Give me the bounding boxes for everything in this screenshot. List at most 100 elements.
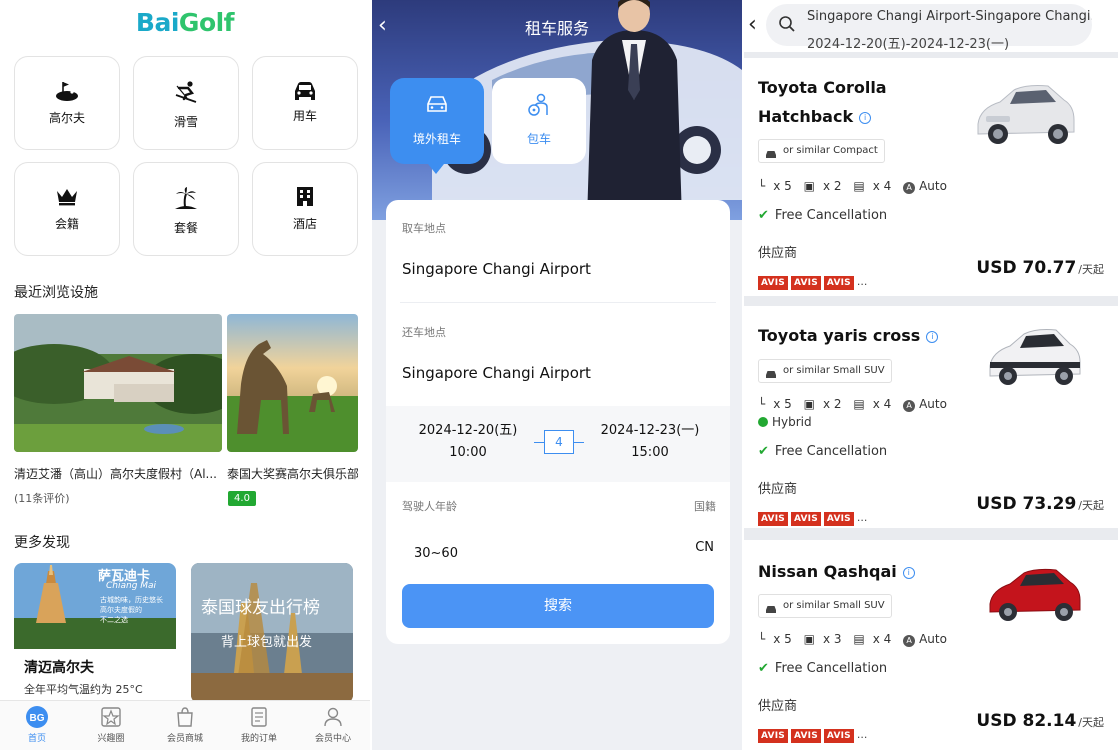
search-button[interactable]: 搜索 [402,584,714,628]
transmission-icon: A [903,635,916,647]
ski-icon [134,79,238,105]
search-summary[interactable]: Singapore Changi Airport-Singapore Chang… [766,4,1092,52]
return-datetime[interactable]: 2024-12-23(一) 15:00 [594,420,706,464]
driver-age-field[interactable]: 30~60 [414,546,458,561]
recent-photo-resort[interactable] [14,314,222,452]
car-front-icon [424,92,450,120]
dates-text: 2024-12-20(五)-2024-12-23(一) [807,37,1010,52]
avis-logo: AVIS [823,276,854,290]
category-label: 滑雪 [173,115,198,129]
discover-card-chiangmai[interactable]: 萨瓦迪卡 Chiang Mai 古城韵味，历史悠长 高尔夫度假的 不二之选 清迈… [14,563,176,703]
info-icon[interactable]: i [902,567,915,579]
supplier-label: 供应商 [758,699,798,714]
bottom-navigation: BG 首页 兴趣圈 会员商城 我的订单 会员中心 [0,700,370,750]
driver-age-label: 驾驶人年龄 [402,500,457,513]
car-price: USD 73.29/天起 [976,494,1104,514]
pickup-location-field[interactable]: Singapore Changi Airport [402,260,591,278]
car-price: USD 82.14/天起 [976,711,1104,731]
supplier-label: 供应商 [758,246,798,261]
supplier-logos: AVIS AVIS AVIS... [758,270,867,290]
category-car[interactable]: 用车 [252,56,358,150]
avis-logo: AVIS [823,512,854,526]
member-icon [296,705,370,731]
info-icon[interactable]: i [859,112,872,124]
seat-icon: └ [758,397,766,411]
avis-logo: AVIS [758,729,788,743]
discover-card-thailand[interactable]: 泰国球友出行榜 背上球包就出发 [191,563,353,703]
back-arrow-icon[interactable]: ‹ [748,12,757,37]
discover-banner-lines: 古城韵味，历史悠长 高尔夫度假的 不二之选 [100,596,163,624]
car-name: Toyota yaris cross i [758,326,939,345]
check-icon: ✔ [758,444,769,459]
pickup-datetime[interactable]: 2024-12-20(五) 10:00 [412,420,524,464]
pickup-label: 取车地点 [402,222,446,235]
car-specs: └ x 5 ▣ x 2 ▤ x 4 A Auto [758,179,947,194]
car-small-icon [765,601,777,623]
check-icon: ✔ [758,661,769,676]
car-results-screen: ‹ Singapore Changi Airport-Singapore Cha… [744,0,1118,750]
nav-orders[interactable]: 我的订单 [222,705,296,744]
interest-icon [74,705,148,731]
divider [400,302,716,303]
recent-card-title: 清迈艾潘（高山）高尔夫度假村（Al... [14,467,217,481]
tab-chauffeur[interactable]: 包车 [492,78,586,164]
discover-card-subtitle: 全年平均气温约为 25°C [24,683,143,696]
free-cancellation: ✔ Free Cancellation [758,208,888,223]
nationality-field[interactable]: CN [695,540,714,555]
nav-member[interactable]: 会员中心 [296,705,370,744]
home-icon: BG [0,705,74,731]
return-label: 还车地点 [402,326,446,339]
door-icon: ▤ [853,179,865,193]
nav-home[interactable]: BG 首页 [0,705,74,744]
review-count: (11条评价) [14,492,70,505]
discover-card-title: 清迈高尔夫 [24,660,94,676]
crown-icon [15,185,119,211]
avis-logo: AVIS [790,512,821,526]
luggage-icon: ▣ [803,397,815,411]
door-icon: ▤ [853,397,865,411]
tab-overseas-rental[interactable]: 境外租车 [390,78,484,164]
discover-section-title: 更多发现 [14,535,70,551]
luggage-icon: ▣ [803,179,815,193]
recent-card-title: 泰国大奖赛高尔夫俱乐部 [227,467,358,481]
car-price: USD 70.77/天起 [976,258,1104,278]
return-location-field[interactable]: Singapore Changi Airport [402,364,591,382]
car-result-card[interactable]: Nissan Qashqai i or similar Small SUV └ x … [744,540,1118,750]
similar-category-chip: or similar Small SUV [758,359,892,383]
door-icon: ▤ [853,632,865,646]
free-cancellation: ✔ Free Cancellation [758,661,888,676]
category-ski[interactable]: 滑雪 [133,56,239,150]
discover-banner: 泰国球友出行榜 [201,598,320,618]
car-rental-screen: ‹ 租车服务 境外租车 包车 取车地点 Singapore Changi Air… [372,0,742,750]
category-golf[interactable]: 高尔夫 [14,56,120,150]
discover-banner-sub: 背上球包就出发 [221,635,313,650]
seat-icon: └ [758,632,766,646]
nav-shop[interactable]: 会员商城 [148,705,222,744]
transmission-icon: A [903,400,916,412]
avis-logo: AVIS [758,512,788,526]
car-icon [253,79,357,105]
category-label: 会籍 [54,217,79,231]
car-name-line2: Hatchback i [758,107,872,126]
recent-photo-horse-sculpture[interactable] [227,314,358,452]
category-label: 用车 [292,109,317,123]
category-membership[interactable]: 会籍 [14,162,120,256]
category-label: 高尔夫 [48,111,85,125]
similar-category-chip: or similar Compact [758,139,885,163]
car-result-card[interactable]: Toyota Corolla Hatchback i or similar Com… [744,58,1118,296]
nationality-label: 国籍 [694,500,716,513]
beach-icon [134,185,238,211]
check-icon: ✔ [758,208,769,223]
route-text: Singapore Changi Airport-Singapore Chang… [807,9,1092,24]
free-cancellation: ✔ Free Cancellation [758,444,888,459]
car-small-icon [765,366,777,388]
category-label: 酒店 [292,217,317,231]
category-package[interactable]: 套餐 [133,162,239,256]
category-hotel[interactable]: 酒店 [252,162,358,256]
nav-interest[interactable]: 兴趣圈 [74,705,148,744]
info-icon[interactable]: i [926,331,939,343]
hotel-icon [253,185,357,211]
car-small-icon [765,146,777,168]
car-result-card[interactable]: Toyota yaris cross i or similar Small SUV… [744,306,1118,528]
supplier-logos: AVIS AVIS AVIS... [758,506,867,526]
